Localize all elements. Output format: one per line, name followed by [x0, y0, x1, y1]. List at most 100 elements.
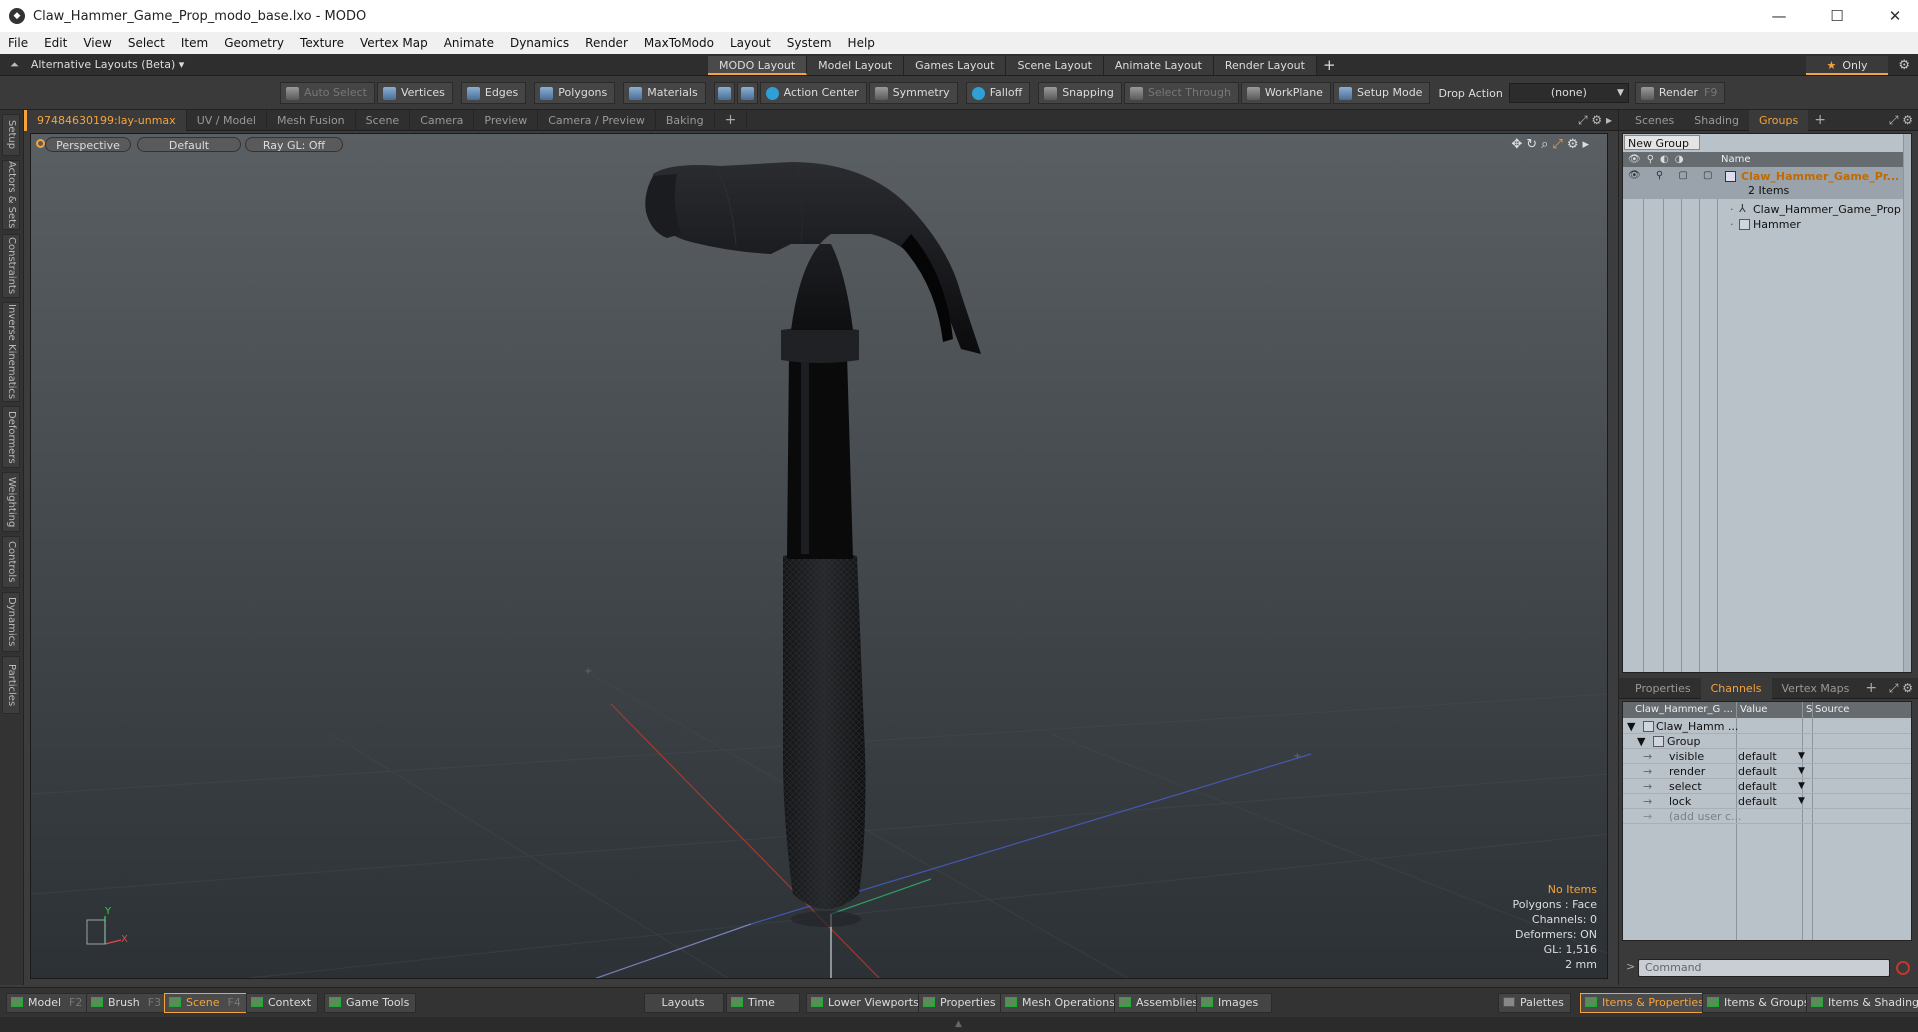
add-user-channel-row[interactable]: → (add user c...	[1623, 809, 1911, 824]
tab-mesh-fusion[interactable]: Mesh Fusion	[267, 110, 356, 131]
channel-value[interactable]: default	[1738, 749, 1777, 764]
tab-modo-layout[interactable]: MODO Layout	[708, 56, 808, 75]
drop-action-select[interactable]: (none) ▼	[1508, 83, 1629, 103]
gear-icon[interactable]: ⚙	[1898, 56, 1910, 75]
menu-texture[interactable]: Texture	[292, 32, 352, 54]
tab-groups[interactable]: Groups	[1748, 110, 1809, 131]
vtab-controls[interactable]: Controls	[2, 536, 20, 588]
symmetry-button[interactable]: Symmetry	[868, 82, 958, 104]
panel-expand-icon[interactable]: ⤢ ⚙	[1889, 678, 1913, 699]
play-icon[interactable]: ▸	[1582, 137, 1593, 152]
model-mode-button[interactable]: Model F2	[6, 993, 90, 1013]
pivot-mode-button[interactable]	[736, 82, 758, 104]
group-child-row[interactable]: · ⅄ Claw_Hammer_Game_Prop	[1623, 202, 1911, 217]
menu-dynamics[interactable]: Dynamics	[502, 32, 577, 54]
time-button[interactable]: Time	[726, 993, 800, 1013]
only-toggle[interactable]: ★ Only	[1806, 56, 1888, 75]
items-shading-button[interactable]: Items & Shading	[1806, 993, 1918, 1013]
menu-layout[interactable]: Layout	[722, 32, 779, 54]
tab-shading[interactable]: Shading	[1684, 110, 1749, 131]
tab-properties[interactable]: Properties	[1625, 678, 1701, 699]
action-center-button[interactable]: Action Center	[759, 82, 867, 104]
menu-system[interactable]: System	[779, 32, 840, 54]
channel-root-row[interactable]: ▼ Claw_Hamm ...	[1623, 719, 1911, 734]
menu-select[interactable]: Select	[120, 32, 173, 54]
expand-arrow-icon[interactable]: ▼	[1637, 734, 1645, 749]
auto-select-button[interactable]: Auto Select	[280, 82, 375, 104]
rotate-icon[interactable]: ↻	[1526, 137, 1541, 152]
tab-games-layout[interactable]: Games Layout	[904, 56, 1007, 75]
falloff-button[interactable]: Falloff	[965, 82, 1031, 104]
layouts-button[interactable]: Layouts	[644, 993, 724, 1013]
viewport-options-icon[interactable]	[36, 139, 45, 148]
menu-geometry[interactable]: Geometry	[216, 32, 292, 54]
alternative-layouts-dropdown[interactable]: ⏶ Alternative Layouts (Beta) ▾	[0, 54, 184, 76]
vtab-setup[interactable]: Setup	[2, 114, 20, 156]
setup-mode-button[interactable]: Setup Mode	[1332, 82, 1431, 104]
tab-lay-unmax[interactable]: 97484630199:lay-unmax	[24, 110, 187, 131]
item-mode-button[interactable]	[713, 82, 735, 104]
vtab-constraints[interactable]: Constraints	[2, 234, 20, 298]
groups-scrollbar[interactable]	[1903, 134, 1911, 672]
vtab-actors-sets[interactable]: Actors & Sets	[2, 160, 20, 230]
context-button[interactable]: Context	[246, 993, 319, 1013]
command-input[interactable]: Command	[1638, 959, 1890, 977]
minimize-icon[interactable]: —	[1756, 0, 1802, 32]
layout-up-icon[interactable]: ⏶	[10, 58, 19, 71]
chevron-down-icon[interactable]: ▼	[1798, 764, 1805, 779]
raygl-dropdown[interactable]: Ray GL: Off	[245, 137, 343, 152]
select-through-button[interactable]: Select Through	[1123, 82, 1239, 104]
channel-value[interactable]: default	[1738, 779, 1777, 794]
materials-button[interactable]: Materials	[623, 82, 706, 104]
vtab-weighting[interactable]: Weighting	[2, 472, 20, 532]
vertices-button[interactable]: Vertices	[376, 82, 453, 104]
viewport-expand-icon[interactable]: ⤢ ⚙ ▸	[1578, 110, 1612, 131]
add-viewport-tab-button[interactable]: +	[715, 110, 748, 131]
pan-icon[interactable]: ✥	[1511, 137, 1526, 152]
properties-button[interactable]: Properties	[918, 993, 1003, 1013]
resize-grip-icon[interactable]: ▲	[955, 1019, 962, 1029]
channel-row[interactable]: → select default ▼	[1623, 779, 1911, 794]
name-column-header[interactable]: Name	[1721, 152, 1751, 167]
viewport-nav-icons[interactable]: ✥↻⌕⤢⚙▸	[1511, 137, 1593, 152]
menu-help[interactable]: Help	[840, 32, 883, 54]
menu-item[interactable]: Item	[173, 32, 216, 54]
menu-view[interactable]: View	[75, 32, 119, 54]
channel-group-row[interactable]: ▼ Group	[1623, 734, 1911, 749]
vtab-particles[interactable]: Particles	[2, 656, 20, 714]
group-row-selected[interactable]: 👁 ⚲ ▢ ▢ Claw_Hammer_Game_Pr... 2 Items	[1623, 167, 1911, 199]
add-panel-tab-button[interactable]: +	[1859, 678, 1883, 699]
vtab-dynamics[interactable]: Dynamics	[2, 592, 20, 652]
render-button[interactable]: Render F9	[1634, 82, 1726, 104]
tab-preview[interactable]: Preview	[474, 110, 539, 131]
menu-maxtomodo[interactable]: MaxToModo	[636, 32, 722, 54]
channel-value[interactable]: default	[1738, 794, 1777, 809]
tab-render-layout[interactable]: Render Layout	[1213, 56, 1317, 75]
brush-mode-button[interactable]: Brush F3	[86, 993, 169, 1013]
menu-edit[interactable]: Edit	[36, 32, 75, 54]
group-child-row[interactable]: · Hammer	[1623, 217, 1911, 232]
channel-row[interactable]: → render default ▼	[1623, 764, 1911, 779]
add-layout-button[interactable]: +	[1317, 56, 1342, 75]
tab-camera[interactable]: Camera	[410, 110, 475, 131]
view-mode-dropdown[interactable]: Perspective	[45, 137, 131, 152]
tab-model-layout[interactable]: Model Layout	[807, 56, 905, 75]
chevron-down-icon[interactable]: ▼	[1798, 749, 1805, 764]
tab-scenes[interactable]: Scenes	[1625, 110, 1684, 131]
menu-render[interactable]: Render	[577, 32, 636, 54]
chevron-down-icon[interactable]: ▼	[1798, 779, 1805, 794]
3d-viewport[interactable]: + + Perspective Default Ray GL: Off ✥↻⌕⤢…	[30, 133, 1608, 979]
close-icon[interactable]: ✕	[1872, 0, 1918, 32]
tab-uv-model[interactable]: UV / Model	[187, 110, 267, 131]
tab-scene[interactable]: Scene	[356, 110, 411, 131]
vtab-inverse-kinematics[interactable]: Inverse Kinematics	[2, 302, 20, 402]
panel-expand-icon[interactable]: ⤢ ⚙	[1889, 110, 1913, 131]
tab-animate-layout[interactable]: Animate Layout	[1103, 56, 1214, 75]
edges-button[interactable]: Edges	[460, 82, 527, 104]
command-history-arrow[interactable]: >	[1626, 960, 1635, 973]
images-button[interactable]: Images	[1196, 993, 1272, 1013]
tab-vertex-maps[interactable]: Vertex Maps	[1772, 678, 1860, 699]
shading-dropdown[interactable]: Default	[137, 137, 241, 152]
menu-vertex-map[interactable]: Vertex Map	[352, 32, 436, 54]
snapping-button[interactable]: Snapping	[1038, 82, 1122, 104]
